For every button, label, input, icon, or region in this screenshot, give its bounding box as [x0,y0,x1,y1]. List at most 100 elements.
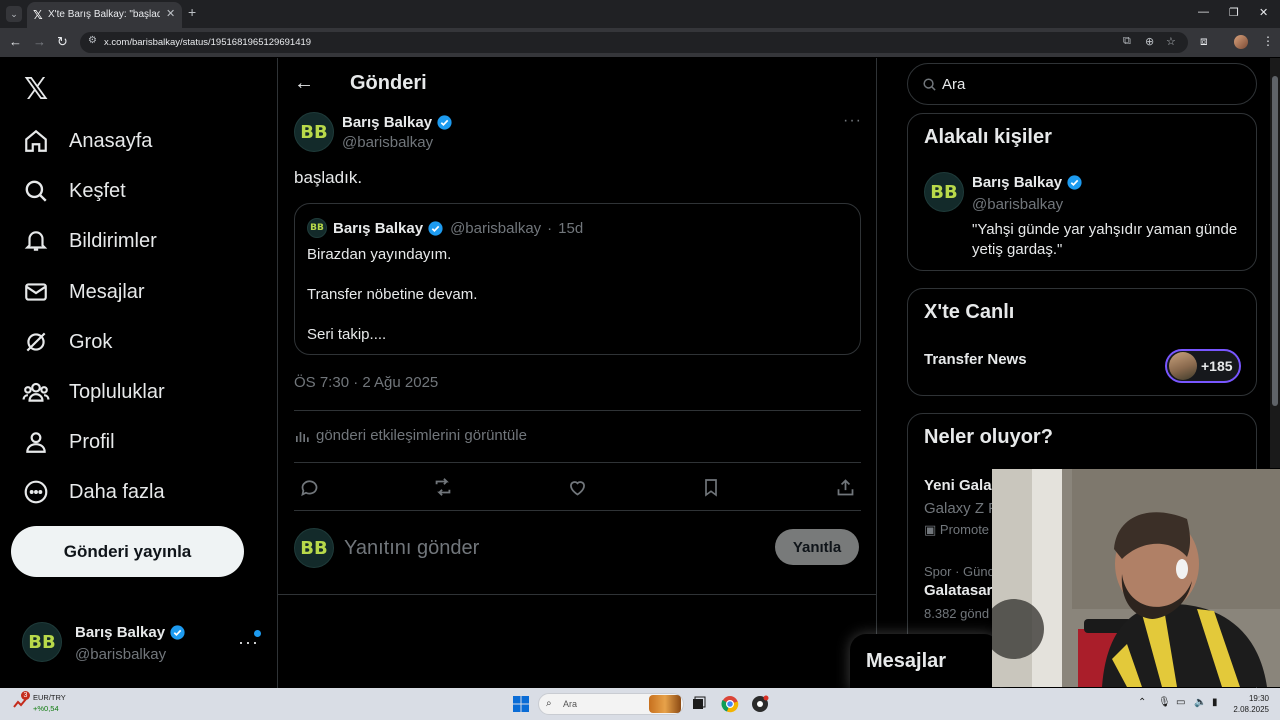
menu-icon[interactable]: ⋮ [1262,34,1274,48]
related-handle[interactable]: @barisbalkay [972,196,1063,213]
close-window-button[interactable]: ✕ [1259,6,1268,19]
clock-date: 2.08.2025 [1233,705,1269,714]
verified-badge-icon [437,115,452,130]
tray-overflow-icon[interactable]: ⌃ [1138,697,1146,708]
reload-button[interactable]: ↻ [57,34,68,50]
card-title: Alakalı kişiler [924,126,1052,148]
nav-item-profile[interactable]: Profil [20,418,260,466]
back-button[interactable]: ← [9,34,22,49]
live-listeners-pill[interactable]: +185 [1165,349,1241,383]
post-timestamp[interactable]: ÖS 7:30 · 2 Ağu 2025 [294,374,438,391]
scrollbar-thumb[interactable] [1272,76,1278,406]
messages-drawer[interactable]: Mesajlar [850,634,1000,690]
like-button[interactable] [566,476,588,498]
more-options-icon[interactable]: ··· [843,112,862,130]
card-title: X'te Canlı [924,301,1015,323]
grok-icon [20,326,52,358]
author-name[interactable]: Barış Balkay [342,114,453,131]
page-title: Gönderi [350,72,427,94]
nav-label: Topluluklar [69,380,165,403]
reply-icon [300,479,317,496]
search-input[interactable]: Ara [907,63,1257,105]
post-author: BB Barış Balkay @barisbalkay ··· [294,112,862,156]
author-avatar[interactable]: BB [294,112,334,152]
back-arrow-icon[interactable]: ← [294,72,314,95]
new-tab-button[interactable]: + [188,4,196,20]
divider [294,510,861,511]
chrome-icon[interactable] [721,695,739,713]
related-avatar[interactable]: BB [924,172,964,212]
address-bar[interactable]: ⚙ x.com/barisbalkay/status/1951681965129… [80,32,1188,53]
trend-title[interactable]: Galatasar [924,582,992,599]
related-name[interactable]: Barış Balkay [972,174,1083,191]
reply-button[interactable] [298,476,320,498]
tab-close-icon[interactable]: ✕ [166,7,175,20]
windows-taskbar: 3 EUR/TRY +%0,54 ⌕ Ara ⌃ 🎙 ▭ 🔈 ▮ 19:30 2… [0,688,1280,720]
trend-promoted: ▣ Promote [924,522,989,538]
scrollbar[interactable] [1270,58,1280,468]
install-app-icon[interactable]: ⧉ [1123,35,1131,48]
x-logo-icon[interactable]: 𝕏 [24,72,48,107]
search-text: Ara [942,76,966,93]
mail-icon [20,276,52,308]
quoted-post[interactable]: BB Barış Balkay @barisbalkay · 15d Biraz… [294,203,861,355]
view-engagements-link[interactable]: gönderi etkileşimlerini görüntüle [294,427,527,444]
nav-item-more[interactable]: Daha fazla [20,468,260,516]
nav-item-messages[interactable]: Mesajlar [20,268,260,316]
battery-icon[interactable]: ▮ [1212,697,1218,708]
account-switcher[interactable]: BB Barış Balkay @barisbalkay ··· [20,618,265,672]
related-bio: "Yahşi günde yar yahşıdır yaman günde ye… [972,221,1238,258]
forward-button[interactable]: → [33,34,46,49]
search-highlight-image [649,695,681,713]
browser-toolbar: ← → ↻ ⚙ x.com/barisbalkay/status/1951681… [0,28,1280,57]
volume-icon[interactable]: 🔈 [1194,697,1206,708]
promoted-text: Promote [939,522,990,537]
browser-tab[interactable]: 𝕏 X'te Barış Balkay: "başladık." / X ✕ [27,2,182,28]
column-divider [876,58,877,688]
bookmark-star-icon[interactable]: ☆ [1166,35,1176,48]
messages-drawer-title: Mesajlar [866,650,947,672]
main-header: ← Gönderi [278,58,876,111]
author-handle[interactable]: @barisbalkay [342,134,433,151]
reply-input[interactable]: Yanıtını gönder [344,537,479,560]
home-icon [20,125,52,157]
microphone-icon[interactable]: 🎙 [1158,697,1171,708]
repost-button[interactable] [432,476,454,498]
nav-item-grok[interactable]: Grok [20,318,260,366]
tab-search-button[interactable]: ⌄ [6,6,22,22]
keyboard-icon[interactable]: ▭ [1176,697,1185,708]
nav-item-communities[interactable]: Topluluklar [20,368,260,416]
divider [294,462,861,463]
post-button[interactable]: Gönderi yayınla [11,526,244,577]
extensions-icon[interactable]: ⧈ [1200,34,1208,49]
related-people-card: Alakalı kişiler BB Barış Balkay @barisba… [907,113,1257,271]
maximize-button[interactable]: ❐ [1229,6,1239,19]
account-handle: @barisbalkay [75,646,167,663]
site-info-icon[interactable]: ⚙ [88,35,97,46]
share-button[interactable] [834,476,856,498]
nav-item-explore[interactable]: Keşfet [20,167,260,215]
live-space-title[interactable]: Transfer News [924,351,1027,368]
webcam-image [992,469,1280,687]
trend-subtitle: Galaxy Z F [924,500,998,517]
bell-icon [20,225,52,257]
verified-badge-icon [170,625,185,640]
bookmark-button[interactable] [700,476,722,498]
taskbar-search[interactable]: ⌕ Ara [538,693,684,715]
minimize-button[interactable]: — [1198,6,1209,18]
reply-submit-button[interactable]: Yanıtla [775,529,859,565]
zoom-icon[interactable]: ⊕ [1145,35,1154,48]
reply-composer: BB Yanıtını gönder Yanıtla [294,528,861,568]
windows-start-icon[interactable] [513,696,529,712]
obs-icon[interactable] [751,695,769,713]
url-text: x.com/barisbalkay/status/195168196512969… [104,37,312,48]
nav-item-notifications[interactable]: Bildirimler [20,217,260,265]
notification-badge: 3 [21,691,30,700]
task-view-icon[interactable] [690,695,708,713]
profile-avatar[interactable] [1234,35,1248,49]
nav-item-home[interactable]: Anasayfa [20,117,260,165]
search-icon [20,175,52,207]
post-text: başladık. [294,168,363,187]
trend-title[interactable]: Yeni Gala [924,477,992,494]
taskbar-clock[interactable]: 19:30 2.08.2025 [1233,693,1269,715]
